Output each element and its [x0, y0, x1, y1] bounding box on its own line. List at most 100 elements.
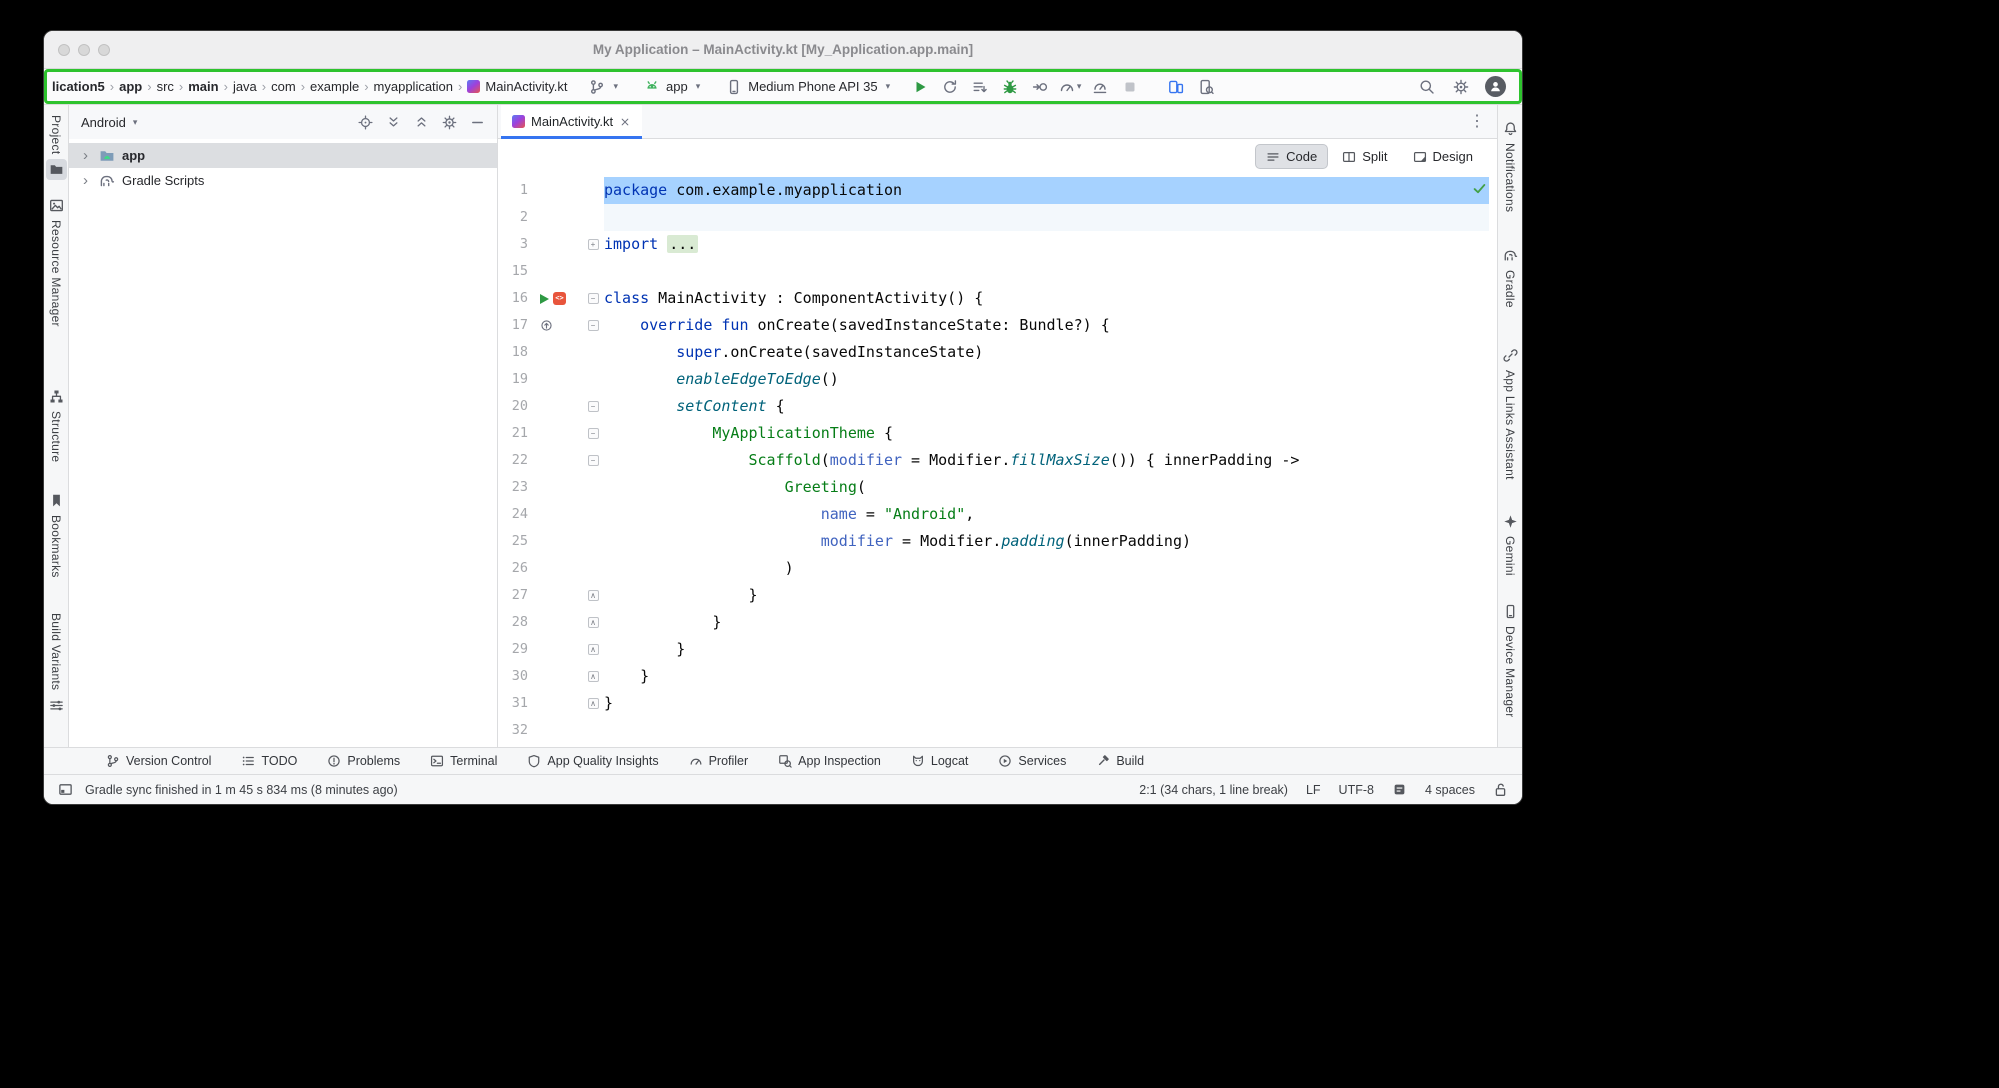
code-line-22[interactable]: 22− Scaffold(modifier = Modifier.fillMax… — [498, 447, 1497, 474]
tool-window-button-build-variants[interactable]: Build Variants — [47, 613, 66, 714]
kebab-menu-icon[interactable]: ⋮ — [1457, 114, 1497, 130]
project-view-selector[interactable]: Android ▾ — [81, 115, 137, 130]
code-line-26[interactable]: 26 ) — [498, 555, 1497, 582]
line-separator-widget[interactable]: LF — [1306, 783, 1321, 797]
tool-window-button-app-links-assistant[interactable]: App Links Assistant — [1501, 346, 1520, 480]
tool-window-button-bookmarks[interactable]: Bookmarks — [47, 491, 66, 578]
settings-icon[interactable] — [442, 115, 457, 130]
tool-window-button-problems[interactable]: Problems — [327, 754, 400, 768]
run-configuration-selector[interactable]: app ▾ — [637, 76, 707, 98]
breadcrumb-item-src[interactable]: src — [154, 77, 177, 96]
code-text[interactable] — [604, 258, 1489, 285]
close-window-button[interactable] — [58, 44, 70, 56]
editor-mode-design[interactable]: Design — [1402, 144, 1484, 169]
code-text[interactable]: ) — [604, 555, 1489, 582]
tool-window-button-gradle[interactable]: Gradle — [1501, 246, 1520, 308]
run-button[interactable] — [905, 74, 935, 100]
stop-button[interactable] — [1115, 74, 1145, 100]
tool-window-button-gemini[interactable]: Gemini — [1501, 512, 1520, 576]
editor-mode-split[interactable]: Split — [1331, 144, 1398, 169]
chevron-right-icon[interactable]: › — [83, 173, 92, 188]
code-editor[interactable]: 1package com.example.myapplication23+imp… — [498, 139, 1497, 747]
status-widget-icon[interactable] — [1392, 782, 1407, 797]
hide-panel-icon[interactable] — [470, 115, 485, 130]
editor-tab-mainactivity[interactable]: MainActivity.kt — [501, 105, 642, 138]
code-text[interactable]: MyApplicationTheme { — [604, 420, 1489, 447]
compose-icon[interactable]: <> — [553, 292, 566, 305]
fold-marker[interactable]: − — [588, 293, 599, 304]
breadcrumb-item-app[interactable]: app — [116, 77, 145, 96]
code-text[interactable]: Scaffold(modifier = Modifier.fillMaxSize… — [604, 447, 1489, 474]
code-text[interactable] — [604, 204, 1489, 231]
code-line-15[interactable]: 15 — [498, 258, 1497, 285]
minimize-window-button[interactable] — [78, 44, 90, 56]
code-line-18[interactable]: 18 super.onCreate(savedInstanceState) — [498, 339, 1497, 366]
vcs-widget[interactable]: ▾ — [582, 76, 625, 98]
breadcrumb-item-example[interactable]: example — [307, 77, 362, 96]
fold-marker[interactable]: ∧ — [588, 644, 599, 655]
tool-window-button-resource-manager[interactable]: Resource Manager — [47, 196, 66, 327]
code-text[interactable]: } — [604, 609, 1489, 636]
code-line-28[interactable]: 28∧ } — [498, 609, 1497, 636]
fold-marker[interactable]: − — [588, 401, 599, 412]
tool-window-button-todo[interactable]: TODO — [241, 754, 297, 768]
code-text[interactable]: } — [604, 636, 1489, 663]
code-line-16[interactable]: 16<>−class MainActivity : ComponentActiv… — [498, 285, 1497, 312]
code-text[interactable] — [604, 717, 1489, 744]
debug-button[interactable] — [995, 74, 1025, 100]
fold-marker[interactable]: ∧ — [588, 671, 599, 682]
code-line-25[interactable]: 25 modifier = Modifier.padding(innerPadd… — [498, 528, 1497, 555]
project-tree-item-gradle-scripts[interactable]: ›Gradle Scripts — [69, 168, 497, 193]
search-everywhere-button[interactable] — [1412, 74, 1442, 100]
code-text[interactable]: modifier = Modifier.padding(innerPadding… — [604, 528, 1489, 555]
code-line-1[interactable]: 1package com.example.myapplication — [498, 177, 1497, 204]
code-text[interactable]: } — [604, 582, 1489, 609]
code-line-3[interactable]: 3+import ... — [498, 231, 1497, 258]
breadcrumb-item-myapplication[interactable]: myapplication — [371, 77, 457, 96]
run-gutter-icon[interactable] — [540, 294, 549, 304]
sync-status-message[interactable]: Gradle sync finished in 1 m 45 s 834 ms … — [85, 783, 398, 797]
account-button[interactable] — [1480, 74, 1510, 100]
code-text[interactable]: package com.example.myapplication — [604, 177, 1489, 204]
code-line-19[interactable]: 19 enableEdgeToEdge() — [498, 366, 1497, 393]
locate-icon[interactable] — [358, 115, 373, 130]
code-line-31[interactable]: 31∧} — [498, 690, 1497, 717]
code-line-21[interactable]: 21− MyApplicationTheme { — [498, 420, 1497, 447]
code-line-20[interactable]: 20− setContent { — [498, 393, 1497, 420]
tool-window-button-device-manager[interactable]: Device Manager — [1501, 602, 1520, 718]
breadcrumb-item-main[interactable]: main — [185, 77, 221, 96]
breadcrumb-item-mainactivity-kt[interactable]: MainActivity.kt — [464, 77, 570, 96]
editor-mode-code[interactable]: Code — [1255, 144, 1328, 169]
project-tree-item-app[interactable]: ›app — [69, 143, 497, 168]
breadcrumb-item-java[interactable]: java — [230, 77, 260, 96]
lock-icon[interactable] — [1493, 782, 1508, 797]
profiler-button[interactable]: ▾ — [1055, 74, 1085, 100]
tool-window-button-terminal[interactable]: Terminal — [430, 754, 497, 768]
code-line-17[interactable]: 17− override fun onCreate(savedInstanceS… — [498, 312, 1497, 339]
apply-changes-button[interactable] — [935, 74, 965, 100]
indent-widget[interactable]: 4 spaces — [1425, 783, 1475, 797]
code-text[interactable]: } — [604, 690, 1489, 717]
code-text[interactable]: setContent { — [604, 393, 1489, 420]
fold-marker[interactable]: ∧ — [588, 617, 599, 628]
window-toggle-icon[interactable] — [58, 782, 73, 797]
code-line-24[interactable]: 24 name = "Android", — [498, 501, 1497, 528]
code-text[interactable]: } — [604, 663, 1489, 690]
collapse-all-icon[interactable] — [414, 115, 429, 130]
fold-marker[interactable]: + — [588, 239, 599, 250]
tool-window-button-app-inspection[interactable]: App Inspection — [778, 754, 881, 768]
code-text[interactable]: import ... — [604, 231, 1489, 258]
code-line-30[interactable]: 30∧ } — [498, 663, 1497, 690]
fold-marker[interactable]: ∧ — [588, 590, 599, 601]
code-text[interactable]: class MainActivity : ComponentActivity()… — [604, 285, 1489, 312]
tool-window-button-build[interactable]: Build — [1096, 754, 1144, 768]
running-devices-button[interactable] — [1161, 74, 1191, 100]
fold-marker[interactable]: − — [588, 320, 599, 331]
code-line-27[interactable]: 27∧ } — [498, 582, 1497, 609]
breadcrumb-item-com[interactable]: com — [268, 77, 299, 96]
fold-marker[interactable]: − — [588, 455, 599, 466]
tool-window-button-project[interactable]: Project — [46, 115, 67, 180]
override-icon[interactable] — [540, 319, 553, 332]
settings-button[interactable] — [1446, 74, 1476, 100]
close-tab-icon[interactable] — [619, 116, 631, 128]
